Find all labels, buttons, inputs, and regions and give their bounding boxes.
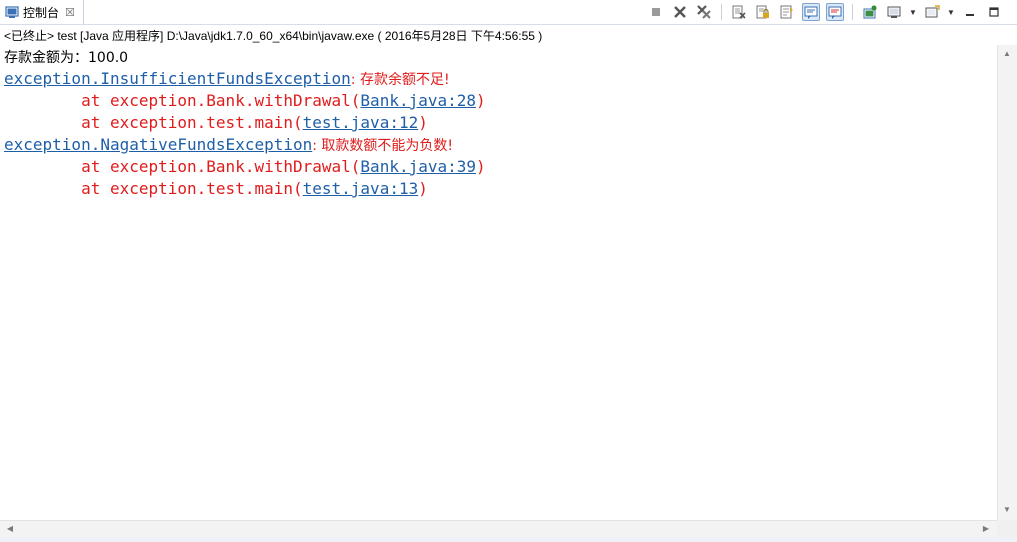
open-console-dropdown-icon[interactable]: ▼ <box>947 3 955 21</box>
show-on-stderr-icon <box>828 6 842 19</box>
remove-all-terminated-icon <box>697 5 711 19</box>
stack-frame-suffix: ) <box>476 157 486 176</box>
scroll-right-icon[interactable]: ▶ <box>978 524 994 533</box>
console-line: 存款金额为：100.0 <box>4 46 128 68</box>
stack-frame: at exception.Bank.withDrawal(Bank.java:2… <box>4 90 486 112</box>
stack-frame: at exception.test.main(test.java:13) <box>4 178 428 200</box>
stdout-text: 存款金额为：100.0 <box>4 50 129 66</box>
maximize-button[interactable] <box>985 3 1003 21</box>
stack-frame-text: at exception.test.main( <box>4 113 303 132</box>
stack-frame-text: at exception.Bank.withDrawal( <box>4 91 361 110</box>
scroll-up-icon[interactable]: ▲ <box>999 49 1015 58</box>
word-wrap-button[interactable] <box>778 3 796 21</box>
close-icon[interactable]: ☒ <box>65 6 75 19</box>
console-output[interactable]: 存款金额为：100.0 exception.InsufficientFundsE… <box>0 45 997 520</box>
source-link[interactable]: Bank.java:28 <box>360 91 476 110</box>
view-tab-bar: 控制台 ☒ ▼ ▼ <box>0 0 1017 25</box>
console-line: exception.NagativeFundsException: 取款数额不能… <box>4 134 453 156</box>
exception-class-link[interactable]: exception.InsufficientFundsException <box>4 69 351 88</box>
console-icon <box>5 5 19 19</box>
exception-message: : 取款数额不能为负数! <box>312 138 454 154</box>
show-on-stdout-button[interactable] <box>802 3 820 21</box>
stack-frame-suffix: ) <box>418 113 428 132</box>
remove-launch-icon <box>674 6 686 18</box>
toolbar-separator <box>721 4 722 20</box>
terminate-button[interactable] <box>647 3 665 21</box>
exception-class-link[interactable]: exception.NagativeFundsException <box>4 135 312 154</box>
remove-launch-button[interactable] <box>671 3 689 21</box>
console-tab[interactable]: 控制台 ☒ <box>0 0 84 24</box>
view-bottom-edge <box>0 537 1017 542</box>
source-link[interactable]: test.java:12 <box>303 113 419 132</box>
show-on-stdout-icon <box>804 6 818 19</box>
pin-console-icon <box>863 5 877 19</box>
minimize-icon <box>966 14 974 16</box>
scrollbar-corner <box>997 520 1017 537</box>
minimize-button[interactable] <box>961 3 979 21</box>
maximize-icon <box>989 7 999 17</box>
open-console-button[interactable] <box>923 3 941 21</box>
vertical-scrollbar[interactable]: ▲ ▼ <box>997 45 1017 520</box>
toolbar-separator <box>852 4 853 20</box>
pin-console-button[interactable] <box>861 3 879 21</box>
terminate-icon <box>652 8 660 16</box>
stack-frame-text: at exception.test.main( <box>4 179 303 198</box>
display-selected-console-button[interactable] <box>885 3 903 21</box>
scroll-lock-button[interactable] <box>754 3 772 21</box>
stack-frame-suffix: ) <box>476 91 486 110</box>
exception-message: : 存款余额不足! <box>350 72 450 88</box>
source-link[interactable]: Bank.java:39 <box>360 157 476 176</box>
remove-all-terminated-button[interactable] <box>695 3 713 21</box>
scroll-down-icon[interactable]: ▼ <box>999 505 1015 514</box>
scroll-lock-icon <box>756 5 769 19</box>
stack-frame: at exception.Bank.withDrawal(Bank.java:3… <box>4 156 486 178</box>
launch-description: <已终止> test [Java 应用程序] D:\Java\jdk1.7.0_… <box>4 29 543 43</box>
display-console-dropdown-icon[interactable]: ▼ <box>909 3 917 21</box>
show-on-stderr-button[interactable] <box>826 3 844 21</box>
open-console-icon <box>925 5 940 18</box>
stack-frame-text: at exception.Bank.withDrawal( <box>4 157 361 176</box>
clear-console-button[interactable] <box>730 3 748 21</box>
scroll-left-icon[interactable]: ◀ <box>2 524 18 533</box>
stack-frame-suffix: ) <box>418 179 428 198</box>
clear-console-icon <box>732 5 746 19</box>
source-link[interactable]: test.java:13 <box>303 179 419 198</box>
display-selected-console-icon <box>887 6 901 18</box>
stack-frame: at exception.test.main(test.java:12) <box>4 112 428 134</box>
console-line: exception.InsufficientFundsException: 存款… <box>4 68 450 90</box>
word-wrap-icon <box>780 5 793 19</box>
console-tab-label: 控制台 <box>23 5 60 20</box>
horizontal-scrollbar[interactable]: ◀ ▶ <box>0 520 997 537</box>
console-toolbar: ▼ ▼ <box>647 3 1003 21</box>
